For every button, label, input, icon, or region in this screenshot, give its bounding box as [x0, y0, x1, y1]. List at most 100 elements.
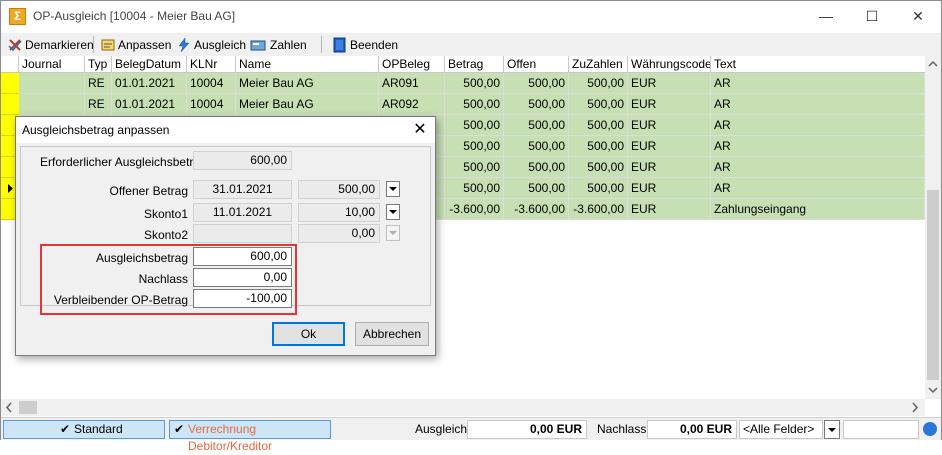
- cell-offen: 500,00: [504, 178, 569, 199]
- search-field[interactable]: [843, 420, 919, 439]
- maximize-button[interactable]: ☐: [849, 1, 895, 32]
- cell-betrag: 500,00: [445, 73, 504, 94]
- abbrechen-button[interactable]: Abbrechen: [355, 322, 429, 346]
- cell-zuzahlen: 500,00: [569, 94, 628, 115]
- cell-offen: 500,00: [504, 157, 569, 178]
- zahlen-button[interactable]: Zahlen: [250, 35, 307, 54]
- dialog-title: Ausgleichsbetrag anpassen: [22, 123, 170, 137]
- header-belegdatum[interactable]: BelegDatum: [112, 56, 187, 73]
- scroll-down-icon[interactable]: [925, 382, 941, 398]
- grid-header: Journal Typ BelegDatum KLNr Name OPBeleg…: [1, 56, 925, 73]
- offener-dropdown[interactable]: [386, 181, 400, 197]
- skonto1-date-field: 11.01.2021: [193, 203, 292, 222]
- skonto1-value-field: 10,00: [298, 203, 380, 222]
- field-filter-select[interactable]: <Alle Felder>: [739, 420, 823, 439]
- cell-betrag: -3.600,00: [445, 199, 504, 220]
- cell-text: AR: [711, 73, 925, 94]
- header-text[interactable]: Text: [711, 56, 925, 73]
- cell-zuzahlen: 500,00: [569, 178, 628, 199]
- check-icon: ✔: [174, 422, 185, 436]
- ausgleich-label: Ausgleich: [194, 37, 247, 52]
- ausgleichsbetrag-input[interactable]: 600,00: [193, 247, 292, 266]
- cell-text: Zahlungseingang: [711, 199, 925, 220]
- skonto2-label: Skonto2: [143, 228, 188, 242]
- cell-waehrung: EUR: [628, 136, 711, 157]
- vertical-scrollbar[interactable]: [925, 56, 941, 399]
- verbleibend-label: Verbleibender OP-Betrag: [53, 293, 188, 307]
- cell-betrag: 500,00: [445, 157, 504, 178]
- cell-zuzahlen: 500,00: [569, 115, 628, 136]
- chevron-down-icon: [389, 187, 397, 191]
- ok-button[interactable]: Ok: [272, 322, 345, 346]
- cell-journal: [19, 73, 85, 94]
- payment-icon: [250, 40, 266, 50]
- erforderlich-label: Erforderlicher Ausgleichsbetrag: [40, 155, 207, 169]
- header-opbeleg[interactable]: OPBeleg: [379, 56, 445, 73]
- nachlass-input[interactable]: 0,00: [193, 268, 292, 287]
- chevron-down-icon: [828, 428, 836, 432]
- header-offen[interactable]: Offen: [504, 56, 569, 73]
- ausgleich-status-value: 0,00 EUR: [467, 420, 587, 439]
- chevron-down-icon: [389, 210, 397, 214]
- cell-zuzahlen: -3.600,00: [569, 199, 628, 220]
- skonto2-dropdown: [386, 225, 400, 241]
- header-klnr[interactable]: KLNr: [187, 56, 236, 73]
- scroll-left-icon[interactable]: [1, 399, 17, 416]
- row-indicator: [1, 94, 19, 115]
- anpassen-label: Anpassen: [118, 37, 172, 52]
- header-betrag[interactable]: Betrag: [445, 56, 504, 73]
- dialog-close-button[interactable]: ✕: [405, 117, 435, 143]
- adjust-icon: [101, 39, 115, 50]
- demarkieren-button[interactable]: Demarkieren: [7, 35, 94, 54]
- nachlass-status-value: 0,00 EUR: [647, 420, 737, 439]
- table-row[interactable]: RE 01.01.2021 10004 Meier Bau AG AR091 5…: [1, 73, 925, 94]
- scroll-up-icon[interactable]: [925, 56, 941, 72]
- app-icon: Σ: [9, 8, 26, 25]
- cell-zuzahlen: 500,00: [569, 73, 628, 94]
- cell-datum: 01.01.2021: [112, 73, 187, 94]
- cell-opbeleg: AR092: [379, 94, 445, 115]
- scroll-right-icon[interactable]: [907, 399, 923, 416]
- anpassen-button[interactable]: Anpassen: [100, 35, 171, 54]
- standard-toggle[interactable]: ✔ Standard: [3, 420, 165, 439]
- offener-date-field: 31.01.2021: [193, 180, 292, 199]
- cell-betrag: 500,00: [445, 115, 504, 136]
- table-row[interactable]: RE 01.01.2021 10004 Meier Bau AG AR092 5…: [1, 94, 925, 115]
- horizontal-scrollbar[interactable]: [1, 399, 925, 416]
- globe-icon[interactable]: [923, 422, 937, 436]
- cell-zuzahlen: 500,00: [569, 157, 628, 178]
- cell-betrag: 500,00: [445, 136, 504, 157]
- dialog-titlebar: Ausgleichsbetrag anpassen ✕: [16, 117, 435, 143]
- header-typ[interactable]: Typ: [85, 56, 112, 73]
- lightning-icon: [178, 36, 190, 52]
- verbleibend-field: -100,00: [193, 289, 292, 308]
- beenden-button[interactable]: Beenden: [332, 35, 398, 54]
- header-journal[interactable]: Journal: [19, 56, 85, 73]
- header-zuzahlen[interactable]: ZuZahlen: [569, 56, 628, 73]
- demarkieren-label: Demarkieren: [25, 37, 94, 52]
- cell-waehrung: EUR: [628, 94, 711, 115]
- cell-name: Meier Bau AG: [236, 94, 379, 115]
- header-waehrungscode[interactable]: Währungscode: [628, 56, 711, 73]
- cell-waehrung: EUR: [628, 178, 711, 199]
- close-button[interactable]: ✕: [895, 1, 941, 32]
- filter-dropdown-button[interactable]: [824, 420, 840, 439]
- cell-offen: 500,00: [504, 136, 569, 157]
- cell-datum: 01.01.2021: [112, 94, 187, 115]
- offener-betrag-label: Offener Betrag: [109, 184, 189, 198]
- skonto1-label: Skonto1: [143, 207, 188, 221]
- hscroll-thumb[interactable]: [19, 401, 37, 414]
- beenden-label: Beenden: [350, 37, 399, 52]
- cell-name: Meier Bau AG: [236, 73, 379, 94]
- minimize-button[interactable]: —: [803, 1, 849, 32]
- header-name[interactable]: Name: [236, 56, 379, 73]
- cell-offen: 500,00: [504, 73, 569, 94]
- zahlen-label: Zahlen: [270, 37, 307, 52]
- ausgleich-button[interactable]: Ausgleich: [176, 35, 246, 54]
- cell-waehrung: EUR: [628, 73, 711, 94]
- verrechnung-toggle[interactable]: ✔ Verrechnung Debitor/Kreditor: [169, 420, 331, 453]
- cell-waehrung: EUR: [628, 199, 711, 220]
- cell-klnr: 10004: [187, 73, 236, 94]
- skonto1-dropdown[interactable]: [386, 204, 400, 220]
- scrollbar-thumb[interactable]: [927, 190, 939, 380]
